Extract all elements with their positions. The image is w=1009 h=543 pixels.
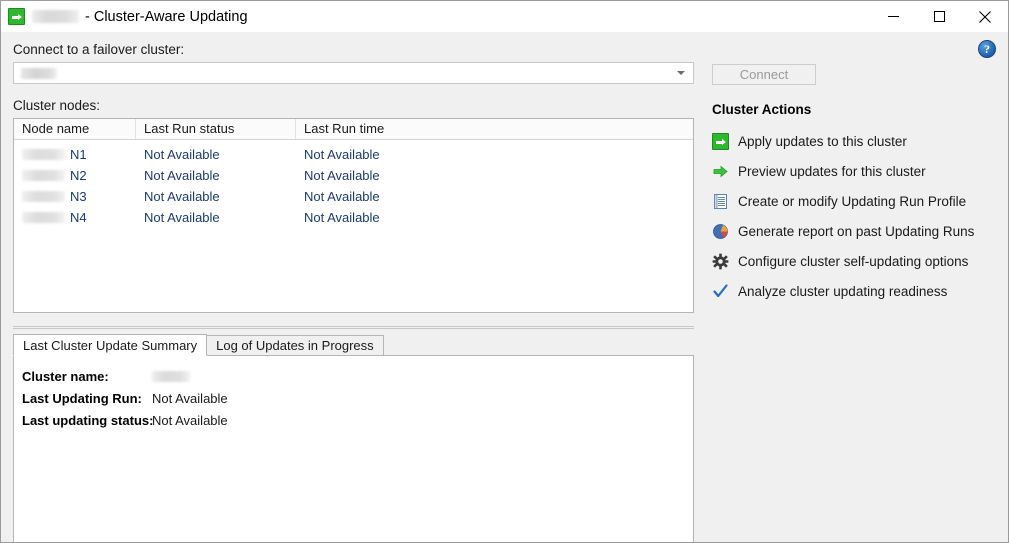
minimize-button[interactable] <box>870 1 916 32</box>
redacted-node-prefix <box>22 191 65 202</box>
close-button[interactable] <box>962 1 1008 32</box>
action-label: Preview updates for this cluster <box>738 164 926 179</box>
chevron-down-icon[interactable] <box>677 71 685 75</box>
action-preview-updates-for-this-cluster[interactable]: Preview updates for this cluster <box>712 163 926 180</box>
action-label: Analyze cluster updating readiness <box>738 284 948 299</box>
cell-last-run-status: Not Available <box>144 189 220 204</box>
action-generate-report-on-past-updating-runs[interactable]: Generate report on past Updating Runs <box>712 223 974 240</box>
summary-label: Last Updating Run: <box>22 390 142 406</box>
node-name-text: N1 <box>70 147 87 162</box>
table-row[interactable]: N2 Not Available Not Available <box>14 165 693 186</box>
tab-log-of-updates-in-progress[interactable]: Log of Updates in Progress <box>206 335 384 356</box>
node-name-text: N2 <box>70 168 87 183</box>
table-row[interactable]: N1 Not Available Not Available <box>14 144 693 165</box>
redacted-node-prefix <box>22 170 65 181</box>
window-body: ? Connect to a failover cluster: Connect… <box>1 32 1008 542</box>
cell-node-name: N3 <box>14 189 136 204</box>
node-name-text: N3 <box>70 189 87 204</box>
summary-row-last-updating-run: Last Updating Run: Not Available <box>22 387 693 409</box>
action-label: Create or modify Updating Run Profile <box>738 194 967 209</box>
node-name-text: N4 <box>70 210 87 225</box>
tab-strip: Last Cluster Update Summary Log of Updat… <box>13 334 694 356</box>
table-row[interactable]: N4 Not Available Not Available <box>14 207 693 228</box>
cell-last-run-status: Not Available <box>144 147 220 162</box>
action-apply-updates-to-this-cluster[interactable]: Apply updates to this cluster <box>712 133 907 150</box>
apply-updates-icon <box>712 133 729 150</box>
cluster-nodes-list[interactable]: Node name Last Run status Last Run time … <box>13 118 694 313</box>
horizontal-splitter[interactable] <box>13 326 694 329</box>
cell-node-name: N1 <box>14 147 136 162</box>
cell-node-name: N4 <box>14 210 136 225</box>
summary-value: Not Available <box>152 390 228 406</box>
redacted-cluster-name <box>32 10 79 23</box>
action-label: Configure cluster self-updating options <box>738 254 969 269</box>
connect-button[interactable]: Connect <box>712 64 816 85</box>
cluster-aware-updating-window: - Cluster-Aware Updating ? Connect to a … <box>0 0 1009 543</box>
connect-to-cluster-label: Connect to a failover cluster: <box>13 42 185 57</box>
preview-arrow-icon <box>712 163 729 180</box>
cluster-combobox[interactable] <box>13 62 694 84</box>
action-configure-cluster-self-updating-options[interactable]: Configure cluster self-updating options <box>712 253 968 270</box>
redacted-node-prefix <box>22 149 65 160</box>
action-label: Generate report on past Updating Runs <box>738 224 975 239</box>
tab-panel-summary: Cluster name: Last Updating Run: Not Ava… <box>13 355 694 542</box>
cell-last-run-time: Not Available <box>304 210 380 225</box>
cluster-actions-title: Cluster Actions <box>712 102 812 117</box>
summary-value: Not Available <box>152 412 228 428</box>
nodes-table-header: Node name Last Run status Last Run time <box>14 119 693 140</box>
notepad-icon <box>712 193 729 210</box>
cluster-nodes-label: Cluster nodes: <box>13 98 101 113</box>
cell-last-run-time: Not Available <box>304 168 380 183</box>
cell-last-run-time: Not Available <box>304 189 380 204</box>
apply-updates-icon <box>8 8 25 25</box>
window-title-text: - Cluster-Aware Updating <box>85 8 248 25</box>
action-analyze-cluster-updating-readiness[interactable]: Analyze cluster updating readiness <box>712 283 947 300</box>
table-row[interactable]: N3 Not Available Not Available <box>14 186 693 207</box>
pie-chart-report-icon <box>712 223 729 240</box>
cell-last-run-status: Not Available <box>144 210 220 225</box>
redacted-summary-cluster-name <box>152 370 190 382</box>
summary-row-cluster-name: Cluster name: <box>22 365 693 387</box>
column-header-node-name[interactable]: Node name <box>14 119 136 139</box>
help-icon[interactable]: ? <box>978 40 996 58</box>
window-title: - Cluster-Aware Updating <box>32 9 248 25</box>
summary-label: Cluster name: <box>22 368 109 384</box>
check-mark-icon <box>712 283 729 300</box>
gear-icon <box>712 253 729 270</box>
cell-last-run-status: Not Available <box>144 168 220 183</box>
maximize-button[interactable] <box>916 1 962 32</box>
nodes-table-body: N1 Not Available Not Available N2 Not Av… <box>14 140 693 228</box>
tab-last-cluster-update-summary[interactable]: Last Cluster Update Summary <box>13 334 208 356</box>
action-create-or-modify-updating-run-profile[interactable]: Create or modify Updating Run Profile <box>712 193 966 210</box>
window-controls <box>870 1 1008 32</box>
summary-row-last-updating-status: Last updating status: Not Available <box>22 409 693 431</box>
redacted-combo-value <box>21 67 57 79</box>
column-header-last-run-status[interactable]: Last Run status <box>136 119 296 139</box>
redacted-node-prefix <box>22 212 65 223</box>
summary-label: Last updating status: <box>22 412 154 428</box>
action-label: Apply updates to this cluster <box>738 134 907 149</box>
cell-last-run-time: Not Available <box>304 147 380 162</box>
title-bar: - Cluster-Aware Updating <box>1 1 1008 32</box>
cell-node-name: N2 <box>14 168 136 183</box>
column-header-last-run-time[interactable]: Last Run time <box>296 119 693 139</box>
